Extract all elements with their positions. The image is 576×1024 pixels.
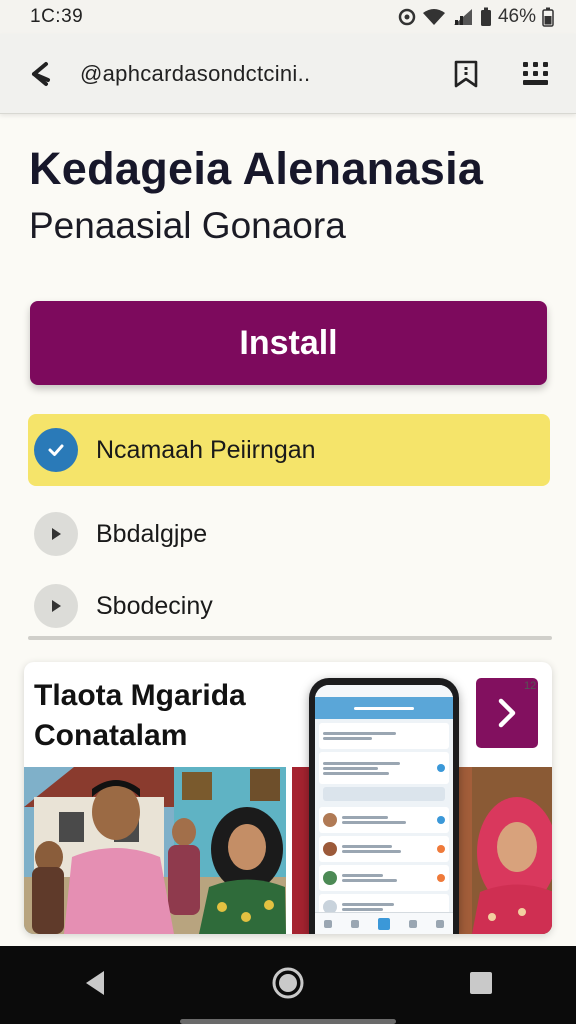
battery-small-icon bbox=[480, 7, 492, 27]
option-label: Sbodeciny bbox=[96, 591, 213, 620]
battery-icon bbox=[542, 7, 554, 27]
chevron-right-icon bbox=[498, 698, 516, 728]
nav-back-button[interactable] bbox=[82, 969, 108, 1002]
divider bbox=[28, 636, 552, 640]
status-icons: 46% bbox=[398, 6, 554, 28]
browser-toolbar: @aphcardasondctcini.. bbox=[0, 34, 576, 114]
grid-menu-icon bbox=[523, 61, 548, 85]
square-recents-icon bbox=[470, 971, 492, 994]
back-arrow-icon bbox=[32, 61, 50, 86]
option-label: Bbdalgjpe bbox=[96, 519, 208, 548]
status-time: 1C:39 bbox=[30, 6, 84, 27]
back-button[interactable] bbox=[0, 34, 80, 114]
play-icon bbox=[34, 584, 78, 628]
option-item[interactable]: Sbodeciny bbox=[28, 570, 550, 642]
app-title: Kedageia Alenanasia bbox=[29, 143, 484, 194]
promo-title: Tlaota Mgarida Conatalam bbox=[34, 679, 246, 752]
app-subtitle: Penaasial Gonaora bbox=[29, 205, 346, 246]
circle-home-icon bbox=[272, 967, 304, 998]
nav-home-button[interactable] bbox=[272, 967, 304, 1004]
bookmark-button[interactable] bbox=[436, 34, 496, 114]
battery-percent: 46% bbox=[497, 6, 536, 27]
family-photo bbox=[24, 767, 286, 934]
check-icon bbox=[34, 428, 78, 472]
nav-recents-button[interactable] bbox=[468, 970, 494, 1001]
install-button[interactable]: Install bbox=[30, 301, 547, 385]
status-bar: 1C:39 46% bbox=[0, 0, 576, 34]
url-field[interactable]: @aphcardasondctcini.. bbox=[80, 61, 436, 87]
option-item[interactable]: Bbdalgjpe bbox=[28, 498, 550, 570]
promo-badge: 12 bbox=[524, 680, 537, 692]
option-label: Ncamaah Peiirngan bbox=[96, 435, 316, 464]
gesture-handle bbox=[180, 1019, 396, 1024]
system-nav-bar bbox=[0, 946, 576, 1024]
signal-icon bbox=[452, 8, 474, 26]
data-saver-icon bbox=[398, 8, 416, 26]
option-list: Ncamaah Peiirngan Bbdalgjpe Sbodeciny bbox=[28, 414, 550, 642]
menu-button[interactable] bbox=[496, 34, 576, 114]
option-item-selected[interactable]: Ncamaah Peiirngan bbox=[28, 414, 550, 486]
wifi-icon bbox=[422, 8, 446, 26]
phone-mockup bbox=[309, 678, 459, 934]
bookmark-icon bbox=[454, 60, 478, 87]
triangle-back-icon bbox=[86, 970, 104, 995]
promo-card[interactable]: Tlaota Mgarida Conatalam 12 bbox=[24, 662, 552, 934]
play-icon bbox=[34, 512, 78, 556]
